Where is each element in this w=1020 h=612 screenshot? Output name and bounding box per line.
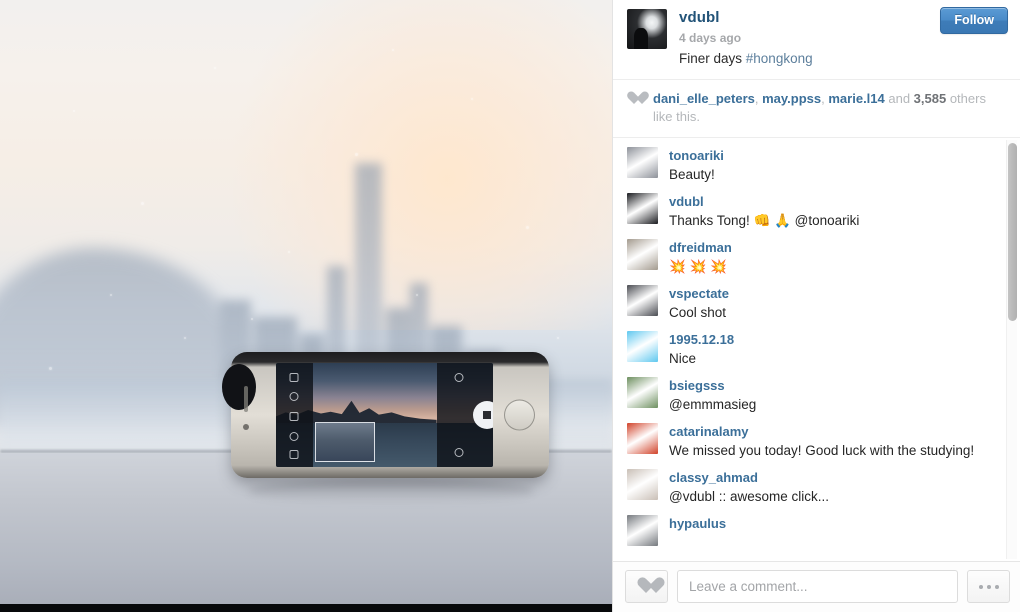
comment-text: Nice [669,351,697,366]
commenter-username[interactable]: tonoariki [669,147,724,164]
filter-icon [289,431,299,441]
comment-text: Thanks Tong! 👊 🙏 @tonoariki [669,213,860,228]
likes-summary: dani_elle_peters, may.ppss, marie.l14 an… [613,80,1020,138]
comment-text: Cool shot [669,305,727,320]
phone-home-button [504,399,535,431]
comment-item: catarinalamy We missed you today! Good lu… [627,423,994,460]
comment-body: 1995.12.18 Nice [669,331,994,368]
comment-text: 💥 💥 💥 [669,259,727,274]
photo-water-droplets [0,0,612,612]
photo-iphone [222,352,549,478]
comment-body: classy_ahmad@vdubl :: awesome click... [669,469,994,506]
comment-item: vspectate Cool shot [627,285,994,322]
post-caption: Finer days #hongkong [679,49,944,68]
caption-text: Finer days [679,51,746,66]
comment-body: bsiegsss @emmmasieg [669,377,994,414]
scrollbar-thumb[interactable] [1008,143,1017,321]
post-sidebar: vdubl 4 days ago Finer days #hongkong Fo… [612,0,1020,612]
camera-right-controls [436,363,493,467]
lens-attachment-icon [222,364,256,410]
post-header: vdubl 4 days ago Finer days #hongkong Fo… [613,0,1020,80]
comment-text: Beauty! [669,167,715,182]
photo-phone-reflection [248,478,534,504]
comment-body: hypaulus [669,515,994,533]
commenter-avatar[interactable] [627,285,658,316]
settings-icon [289,450,299,460]
follow-button[interactable]: Follow [940,7,1008,34]
commenter-username[interactable]: dfreidman [669,239,732,256]
commenter-username[interactable]: bsiegsss [669,377,725,394]
camera-last-photo-thumbnail [315,421,376,462]
comments-scrollbar[interactable] [1006,140,1017,559]
liker-username[interactable]: marie.l14 [828,91,884,106]
comment-body: vspectate Cool shot [669,285,994,322]
likes-count[interactable]: 3,585 [914,91,947,106]
commenter-username[interactable]: catarinalamy [669,423,749,440]
instagram-post-page: vdubl 4 days ago Finer days #hongkong Fo… [0,0,1020,612]
like-button[interactable] [625,570,668,603]
ellipsis-icon [986,584,991,589]
comment-input[interactable] [677,570,958,603]
camera-left-controls [276,363,313,467]
comment-body: dfreidman 💥 💥 💥 [669,239,994,276]
comment-bar [613,561,1020,612]
comment-body: tonoariki Beauty! [669,147,994,184]
comment-item: tonoariki Beauty! [627,147,994,184]
commenter-username[interactable]: 1995.12.18 [669,331,734,348]
comment-item: classy_ahmad@vdubl :: awesome click... [627,469,994,506]
caption-hashtag[interactable]: #hongkong [746,51,813,66]
comment-item: hypaulus [627,515,994,546]
heart-icon [637,578,656,595]
likes-text: dani_elle_peters, may.ppss, marie.l14 an… [653,90,1006,126]
and-word: and [884,91,914,106]
flash-icon [289,373,299,383]
comment-text: @vdubl :: awesome click... [669,489,830,504]
comment-item: dfreidman 💥 💥 💥 [627,239,994,276]
commenter-avatar[interactable] [627,331,658,362]
commenter-username[interactable]: classy_ahmad [669,469,758,486]
commenter-avatar[interactable] [627,423,658,454]
commenter-avatar[interactable] [627,515,658,546]
ellipsis-icon [994,584,999,589]
comment-body: catarinalamy We missed you today! Good lu… [669,423,994,460]
comments-list[interactable]: tonoariki Beauty! vdubl Thanks Tong! 👊 🙏 @t… [613,138,1020,561]
screen-bottom-strip [0,604,612,612]
comment-item: 1995.12.18 Nice [627,331,994,368]
ellipsis-icon [978,584,983,589]
comment-text: We missed you today! Good luck with the … [669,443,975,458]
hdr-icon [289,392,299,402]
commenter-avatar[interactable] [627,147,658,178]
comment-body: vdubl Thanks Tong! 👊 🙏 @tonoariki [669,193,994,230]
rotate-camera-icon [454,448,464,458]
comment-item: bsiegsss @emmmasieg [627,377,994,414]
liker-username[interactable]: may.ppss [762,91,821,106]
phone-screen-camera-app [276,363,493,467]
commenter-avatar[interactable] [627,377,658,408]
commenter-username[interactable]: vdubl [669,193,704,210]
more-options-button[interactable] [967,570,1010,603]
commenter-avatar[interactable] [627,469,658,500]
liker-username[interactable]: dani_elle_peters [653,91,755,106]
phone-mute-switch [243,424,249,430]
author-avatar[interactable] [627,9,667,49]
post-photo[interactable] [0,0,612,612]
commenter-username[interactable]: vspectate [669,285,729,302]
author-username[interactable]: vdubl [679,9,944,27]
phone-volume-button [244,386,248,412]
commenter-avatar[interactable] [627,239,658,270]
commenter-avatar[interactable] [627,193,658,224]
brightness-icon [454,373,464,383]
camera-shutter-button [472,401,493,429]
post-timestamp: 4 days ago [679,31,742,45]
comment-text: @emmmasieg [669,397,757,412]
commenter-username[interactable]: hypaulus [669,515,726,532]
timer-icon [289,411,299,421]
heart-icon [627,92,642,106]
comment-item: vdubl Thanks Tong! 👊 🙏 @tonoariki [627,193,994,230]
